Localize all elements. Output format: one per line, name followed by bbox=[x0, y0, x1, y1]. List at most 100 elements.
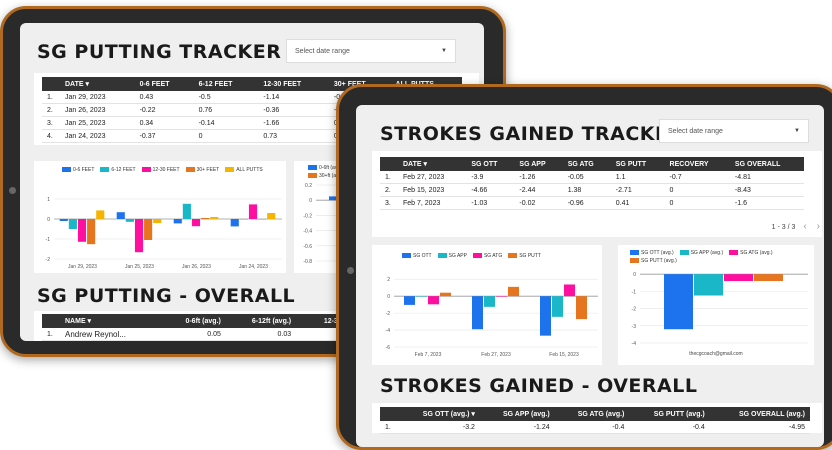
column-header-recovery[interactable]: RECOVERY bbox=[664, 157, 730, 171]
legend-label: SG PUTT bbox=[519, 253, 541, 259]
bar[interactable] bbox=[564, 284, 575, 297]
y-tick-label: -0.6 bbox=[303, 244, 312, 250]
bar[interactable] bbox=[664, 274, 693, 330]
bar[interactable] bbox=[754, 274, 783, 282]
bar[interactable] bbox=[87, 219, 96, 245]
bar[interactable] bbox=[496, 296, 507, 297]
sg-chart-legend: SG OTT SG APP SG ATG SG PUTT bbox=[402, 253, 602, 259]
bar[interactable] bbox=[552, 296, 563, 317]
y-tick-label: 2 bbox=[387, 277, 390, 283]
next-page-button[interactable]: › bbox=[817, 221, 820, 232]
date-range-placeholder: Select date range bbox=[668, 127, 723, 135]
y-tick-label: 0 bbox=[633, 272, 636, 278]
column-header-sg-app-avg[interactable]: SG APP (avg.) bbox=[479, 407, 555, 421]
tablet-camera bbox=[9, 187, 16, 194]
legend-swatch bbox=[308, 165, 317, 171]
column-header-sg-overall[interactable]: SG OVERALL bbox=[729, 157, 804, 171]
column-header-sg-atg-avg[interactable]: SG ATG (avg.) bbox=[554, 407, 630, 421]
cell-value: -0.14 bbox=[193, 116, 259, 130]
strokes-tablet: STROKES GAINED TRACKER Select date range… bbox=[336, 84, 832, 450]
bar[interactable] bbox=[134, 219, 144, 253]
bar[interactable] bbox=[484, 296, 495, 307]
row-index: 4. bbox=[42, 129, 60, 143]
cell-value: -0.5 bbox=[193, 91, 259, 104]
y-tick-label: 0 bbox=[387, 294, 390, 300]
legend-item: SG PUTT (avg.) bbox=[630, 258, 677, 264]
column-header-sg-ott[interactable]: SG OTT bbox=[466, 157, 515, 171]
bar[interactable] bbox=[258, 219, 267, 220]
bar[interactable] bbox=[191, 219, 201, 227]
legend-swatch bbox=[679, 250, 689, 256]
sg-avg-chart-card: SG OTT (avg.) SG APP (avg.) SG ATG (avg.) S… bbox=[618, 245, 814, 365]
column-header-name[interactable]: NAME ▾ bbox=[60, 314, 162, 328]
bar[interactable] bbox=[724, 274, 753, 282]
column-header-sg-putt[interactable]: SG PUTT bbox=[610, 157, 665, 171]
bar[interactable] bbox=[508, 286, 519, 297]
bar[interactable] bbox=[77, 219, 87, 242]
column-header-date[interactable]: DATE ▾ bbox=[398, 157, 467, 171]
cell-value: -0.7 bbox=[664, 171, 730, 184]
row-index: 1. bbox=[380, 171, 398, 184]
y-tick-label: -1 bbox=[632, 289, 637, 295]
cell-value: 0.41 bbox=[610, 196, 665, 210]
sg-chart-card: SG OTT SG APP SG ATG SG PUTT 2 0 -2 -4 -6 Feb 7,… bbox=[372, 245, 602, 365]
column-header-date[interactable]: DATE ▾ bbox=[60, 77, 135, 91]
bar[interactable] bbox=[153, 219, 162, 223]
cell-value: 0.43 bbox=[134, 91, 194, 104]
column-header-sg-ott-avg[interactable]: SG OTT (avg.) ▾ bbox=[398, 407, 480, 421]
row-index: 1. bbox=[42, 91, 60, 104]
bar[interactable] bbox=[440, 292, 451, 297]
strokes-screen: STROKES GAINED TRACKER Select date range… bbox=[356, 105, 824, 447]
bar[interactable] bbox=[68, 219, 77, 229]
bar[interactable] bbox=[540, 296, 551, 336]
cell-value: 0.03 bbox=[225, 328, 297, 341]
legend-label: SG PUTT (avg.) bbox=[641, 258, 677, 264]
table-row: 1. Feb 27, 2023 -3.9 -1.26 -0.05 1.1 -0.7 -4.81 bbox=[380, 171, 804, 184]
column-header-sg-putt-avg[interactable]: SG PUTT (avg.) bbox=[629, 407, 710, 421]
legend-label: SG APP (avg.) bbox=[690, 250, 724, 256]
bar[interactable] bbox=[144, 219, 153, 240]
column-header-0-6[interactable]: 0-6 FEET bbox=[134, 77, 194, 91]
date-cell: Jan 25, 2023 bbox=[60, 116, 135, 130]
bar[interactable] bbox=[59, 219, 68, 221]
bar[interactable] bbox=[694, 274, 723, 296]
y-tick-label: 0 bbox=[47, 217, 50, 223]
date-range-placeholder: Select date range bbox=[295, 47, 350, 55]
y-tick-label: 0 bbox=[309, 198, 312, 204]
bar[interactable] bbox=[182, 203, 191, 219]
legend-label: 12-30 FEET bbox=[152, 167, 180, 173]
x-tick-label: Feb 7, 2023 bbox=[415, 352, 442, 358]
y-tick-label: -2 bbox=[632, 307, 637, 313]
column-header-12-30[interactable]: 12-30 FEET bbox=[258, 77, 329, 91]
column-header-sg-app[interactable]: SG APP bbox=[514, 157, 563, 171]
legend-label: SG OTT (avg.) bbox=[641, 250, 674, 256]
bar[interactable] bbox=[230, 219, 239, 227]
date-range-select[interactable]: Select date range ▼ bbox=[286, 39, 456, 63]
column-header-6-12[interactable]: 6-12 FEET bbox=[193, 77, 259, 91]
bar[interactable] bbox=[472, 296, 483, 330]
legend-item: SG ATG bbox=[472, 253, 502, 259]
bar[interactable] bbox=[201, 218, 210, 219]
bar[interactable] bbox=[125, 219, 134, 222]
bar[interactable] bbox=[404, 296, 415, 305]
cell-value: -2.44 bbox=[514, 183, 563, 197]
bar[interactable] bbox=[96, 210, 105, 219]
bar[interactable] bbox=[416, 296, 427, 297]
bar[interactable] bbox=[173, 219, 182, 224]
bar[interactable] bbox=[576, 296, 587, 320]
bar[interactable] bbox=[116, 212, 125, 219]
legend-label: SG OTT bbox=[413, 253, 432, 259]
bar[interactable] bbox=[428, 296, 439, 305]
date-range-select[interactable]: Select date range ▼ bbox=[659, 119, 809, 143]
column-header-sg-overall-avg[interactable]: SG OVERALL (avg.) bbox=[709, 407, 810, 421]
column-header-sg-atg[interactable]: SG ATG bbox=[562, 157, 611, 171]
bar[interactable] bbox=[248, 204, 258, 219]
bar[interactable] bbox=[239, 219, 248, 220]
prev-page-button[interactable]: ‹ bbox=[803, 221, 806, 232]
legend-item: SG OTT bbox=[402, 253, 432, 259]
y-tick-label: -4 bbox=[632, 341, 637, 347]
bar[interactable] bbox=[267, 213, 276, 219]
column-header-6-12-avg[interactable]: 6-12ft (avg.) bbox=[225, 314, 297, 328]
bar[interactable] bbox=[210, 217, 219, 219]
column-header-0-6-avg[interactable]: 0-6ft (avg.) bbox=[161, 314, 226, 328]
